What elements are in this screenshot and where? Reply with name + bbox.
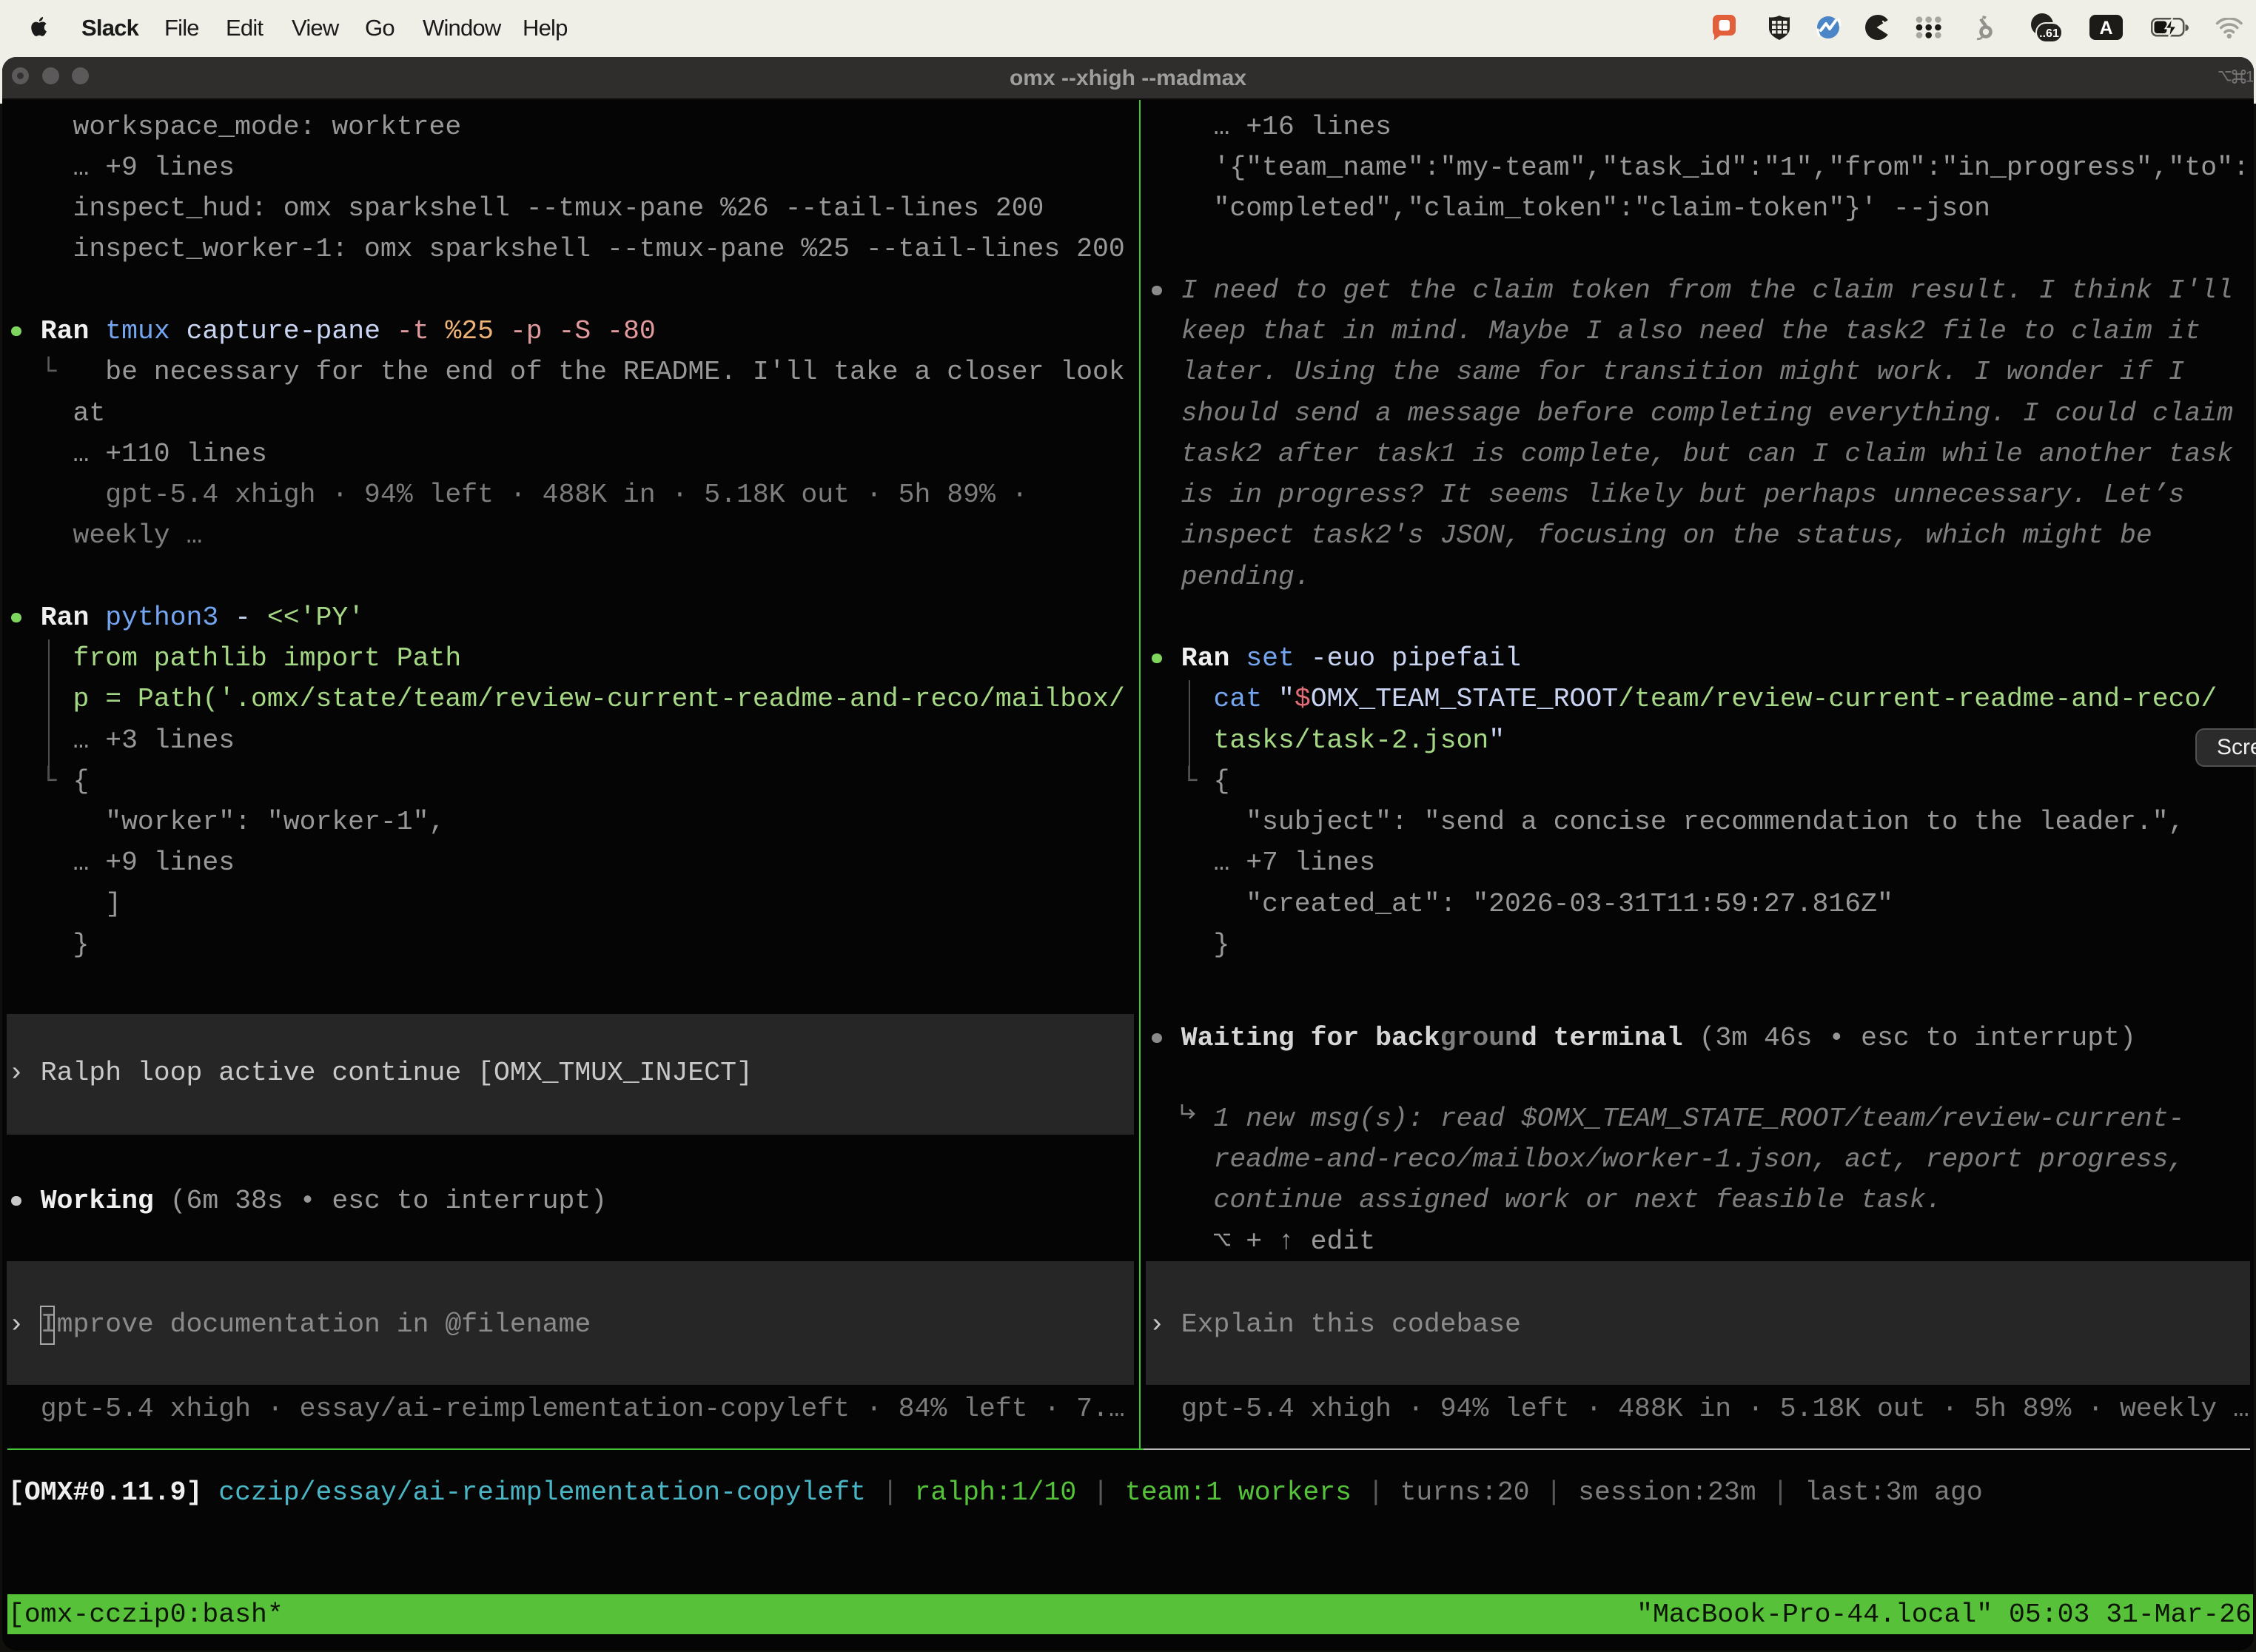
svg-text:A: A — [2099, 18, 2112, 38]
svg-text:..61: ..61 — [2039, 27, 2059, 40]
